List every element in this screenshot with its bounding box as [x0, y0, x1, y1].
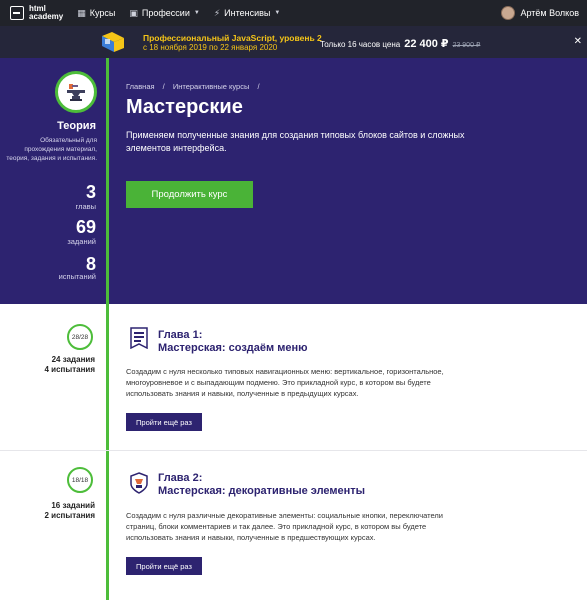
stat-tasks-value: 69 [75, 217, 96, 237]
promo-offer: Только 16 часов цена [320, 40, 401, 49]
section-description: Обязательный для прохождения материал, т… [6, 137, 97, 162]
shield-icon [130, 472, 148, 494]
chapter-stats: 24 задания 4 испытания [45, 355, 96, 375]
chevron-down-icon: ▼ [274, 10, 281, 16]
nav-item-label: Интенсивы [224, 8, 271, 18]
js-course-icon [102, 32, 124, 52]
nav-item-professions[interactable]: ▣ Профессии ▼ [129, 8, 199, 19]
nav-item-intensives[interactable]: ⚡ Интенсивы ▼ [214, 8, 281, 19]
breadcrumb-courses[interactable]: Интерактивные курсы [173, 82, 250, 91]
top-nav: html academy ▦ Курсы ▣ Профессии ▼ ⚡ Инт… [0, 0, 587, 26]
retry-chapter-button[interactable]: Пройти ещё раз [126, 413, 202, 431]
section-title: Теория [57, 120, 96, 132]
stat-chapters-label: главы [75, 202, 97, 211]
theory-badge [55, 71, 97, 113]
close-icon[interactable]: ✕ [574, 36, 582, 47]
breadcrumb-separator: / [257, 82, 260, 91]
chapter-card: 18/18 16 заданий 2 испытания Глава 2: Ма… [0, 451, 587, 600]
logo-icon [10, 6, 24, 20]
logo[interactable]: html academy [10, 5, 63, 21]
stat-chapters-value: 3 [85, 182, 96, 202]
grid-icon: ▦ [77, 7, 86, 18]
chapter-progress: 18/18 [67, 467, 93, 493]
continue-course-button[interactable]: Продолжить курс [126, 181, 253, 208]
chapter-card: 28/28 24 задания 4 испытания Глава 1: Ма… [0, 304, 587, 450]
stat-trials-label: испытаний [58, 272, 96, 281]
chapter-tasks: 16 заданий [51, 501, 95, 510]
promo-dates: с 18 ноября 2019 по 22 января 2020 [143, 43, 278, 52]
retry-chapter-button[interactable]: Пройти ещё раз [126, 557, 202, 575]
promo-banner[interactable]: Профессиональный JavaScript, уровень 2 с… [0, 26, 587, 58]
chapter-stats: 16 заданий 2 испытания [45, 501, 96, 521]
chapter-description: Создадим с нуля различные декоративные э… [126, 511, 443, 542]
promo-title: Профессиональный JavaScript, уровень 2 [143, 33, 322, 43]
page-description: Применяем полученные знания для создания… [126, 130, 465, 153]
promo-old-price: 23 900 ₽ [452, 42, 481, 49]
chevron-down-icon: ▼ [193, 10, 200, 16]
document-icon [130, 327, 148, 349]
breadcrumb-separator: / [162, 82, 165, 91]
chapter-title: Глава 1: Мастерская: создаём меню [158, 329, 308, 355]
avatar [501, 6, 516, 20]
nav-item-courses[interactable]: ▦ Курсы [77, 8, 115, 19]
stat-tasks-label: заданий [67, 237, 96, 246]
chapter-tasks: 24 задания [51, 355, 95, 364]
briefcase-icon: ▣ [129, 7, 138, 18]
chapter-description: Создадим с нуля несколько типовых навига… [126, 367, 444, 398]
nav-item-label: Профессии [141, 8, 190, 18]
logo-text-line2: academy [29, 12, 64, 21]
promo-price: 22 400 ₽ [404, 38, 449, 50]
chapter-trials: 2 испытания [44, 511, 96, 520]
chapter-progress: 28/28 [67, 324, 93, 350]
chapter-number: Глава 1: [158, 329, 203, 341]
user-name: Артём Волков [520, 8, 579, 18]
breadcrumb-home[interactable]: Главная [126, 82, 155, 91]
anvil-icon [67, 84, 85, 101]
chapter-name: Мастерская: декоративные элементы [158, 485, 366, 497]
chapter-title: Глава 2: Мастерская: декоративные элемен… [158, 472, 365, 498]
user-menu[interactable]: Артём Волков [501, 6, 579, 20]
chapter-number: Глава 2: [158, 472, 203, 484]
nav-item-label: Курсы [89, 8, 116, 18]
chapter-trials: 4 испытания [44, 365, 96, 374]
breadcrumb: Главная / Интерактивные курсы / [126, 82, 266, 91]
page-title: Мастерские [126, 96, 243, 118]
bolt-icon: ⚡ [213, 7, 221, 18]
chapter-name: Мастерская: создаём меню [158, 342, 308, 354]
